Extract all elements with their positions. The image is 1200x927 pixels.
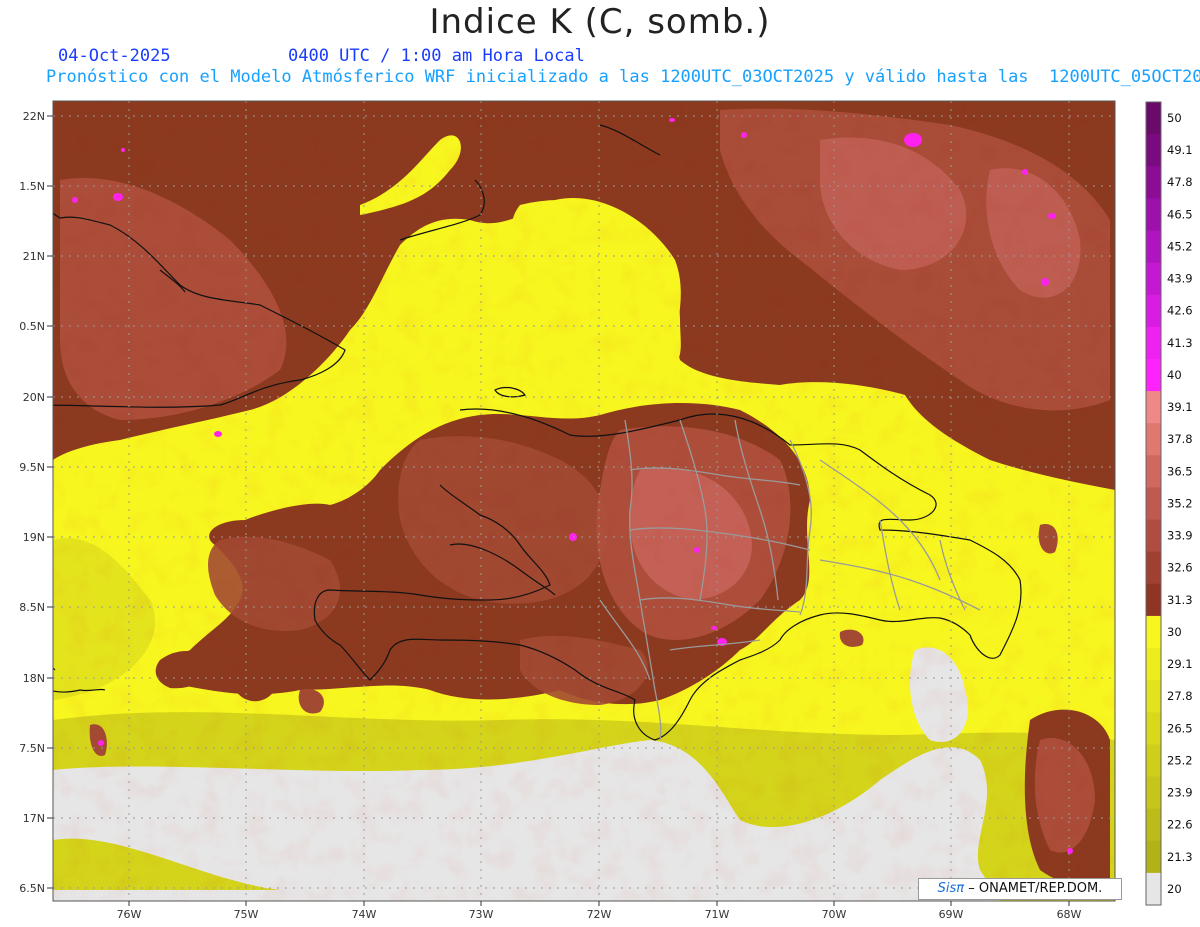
colorbar: 50 49.1 47.8 46.5 45.2 43.9 42.6 41.3 40 39.1 37.8…: [1145, 101, 1193, 906]
colorbar-label: 26.5: [1167, 721, 1193, 735]
colorbar-swatch: [1146, 776, 1161, 810]
colorbar-swatch: [1146, 455, 1161, 488]
colorbar-swatch: [1146, 744, 1161, 778]
colorbar-label: 47.8: [1167, 175, 1193, 189]
colorbar-label: 29.1: [1167, 657, 1193, 671]
colorbar-swatch: [1146, 583, 1161, 617]
lat-label: 22N: [23, 110, 45, 123]
lon-label: 72W: [587, 908, 612, 921]
lat-label: 21N: [23, 250, 45, 263]
colorbar-label: 22.6: [1167, 818, 1193, 832]
k-index-map: 22N 1.5N 21N 0.5N 20N 9.5N 19N 8.5N 18N …: [19, 100, 1193, 921]
colorbar-label: 35.2: [1167, 496, 1193, 510]
colorbar-label: 43.9: [1167, 272, 1193, 286]
lon-label: 68W: [1057, 908, 1082, 921]
colorbar-swatch: [1146, 615, 1161, 649]
colorbar-swatch: [1146, 134, 1161, 167]
colorbar-swatch: [1146, 551, 1161, 585]
lat-label: 6.5N: [19, 882, 45, 895]
colorbar-label: 23.9: [1167, 786, 1193, 800]
colorbar-label: 40: [1167, 368, 1182, 382]
colorbar-label: 39.1: [1167, 400, 1193, 414]
colorbar-label: 32.6: [1167, 561, 1193, 575]
lat-label: 7.5N: [19, 742, 45, 755]
colorbar-swatch: [1146, 294, 1161, 328]
colorbar-label: 36.5: [1167, 464, 1193, 478]
colorbar-label: 46.5: [1167, 207, 1193, 221]
colorbar-swatch: [1146, 391, 1161, 424]
lon-label: 69W: [939, 908, 964, 921]
lon-label: 76W: [117, 908, 142, 921]
colorbar-label: 45.2: [1167, 239, 1193, 253]
lat-label: 0.5N: [19, 320, 45, 333]
lat-label: 19N: [23, 531, 45, 544]
colorbar-label: 25.2: [1167, 753, 1193, 767]
colorbar-label: 30: [1167, 625, 1182, 639]
sispi-logo: Sisπ: [937, 881, 965, 896]
colorbar-swatch: [1146, 423, 1161, 456]
colorbar-swatch: [1146, 840, 1161, 874]
colorbar-label: 49.1: [1167, 143, 1193, 157]
colorbar-label: 50: [1167, 111, 1182, 125]
colorbar-swatch: [1146, 648, 1161, 681]
credit-text: – ONAMET/REP.DOM.: [968, 881, 1103, 896]
lon-label: 71W: [705, 908, 730, 921]
lat-label: 1.5N: [19, 180, 45, 193]
colorbar-label: 41.3: [1167, 336, 1193, 350]
colorbar-swatch: [1146, 262, 1161, 296]
lon-label: 74W: [352, 908, 377, 921]
lat-label: 8.5N: [19, 601, 45, 614]
colorbar-swatch: [1146, 230, 1161, 264]
colorbar-swatch: [1146, 712, 1161, 745]
colorbar-label: 42.6: [1167, 304, 1193, 318]
lon-label: 70W: [822, 908, 847, 921]
colorbar-swatch: [1146, 198, 1161, 231]
colorbar-label: 20: [1167, 882, 1182, 896]
lat-label: 20N: [23, 391, 45, 404]
colorbar-swatch: [1146, 326, 1161, 360]
colorbar-swatch: [1146, 102, 1161, 135]
colorbar-swatch: [1146, 808, 1161, 842]
colorbar-swatch: [1146, 872, 1161, 906]
colorbar-swatch: [1146, 358, 1161, 392]
colorbar-swatch: [1146, 519, 1161, 553]
map-field: [53, 101, 1115, 901]
colorbar-label: 31.3: [1167, 593, 1193, 607]
lat-label: 17N: [23, 812, 45, 825]
colorbar-swatch: [1146, 487, 1161, 521]
colorbar-swatch: [1146, 680, 1161, 713]
colorbar-label: 33.9: [1167, 529, 1193, 543]
lon-label: 73W: [469, 908, 494, 921]
lat-label: 18N: [23, 672, 45, 685]
longitude-axis: 76W 75W 74W 73W 72W 71W 70W 69W 68W: [117, 901, 1082, 921]
colorbar-swatch: [1146, 166, 1161, 199]
lat-label: 9.5N: [19, 461, 45, 474]
colorbar-label: 21.3: [1167, 850, 1193, 864]
credit-box: Sisπ – ONAMET/REP.DOM.: [918, 878, 1122, 900]
colorbar-label: 27.8: [1167, 689, 1193, 703]
latitude-axis: 22N 1.5N 21N 0.5N 20N 9.5N 19N 8.5N 18N …: [19, 110, 53, 895]
lon-label: 75W: [234, 908, 259, 921]
colorbar-label: 37.8: [1167, 432, 1193, 446]
